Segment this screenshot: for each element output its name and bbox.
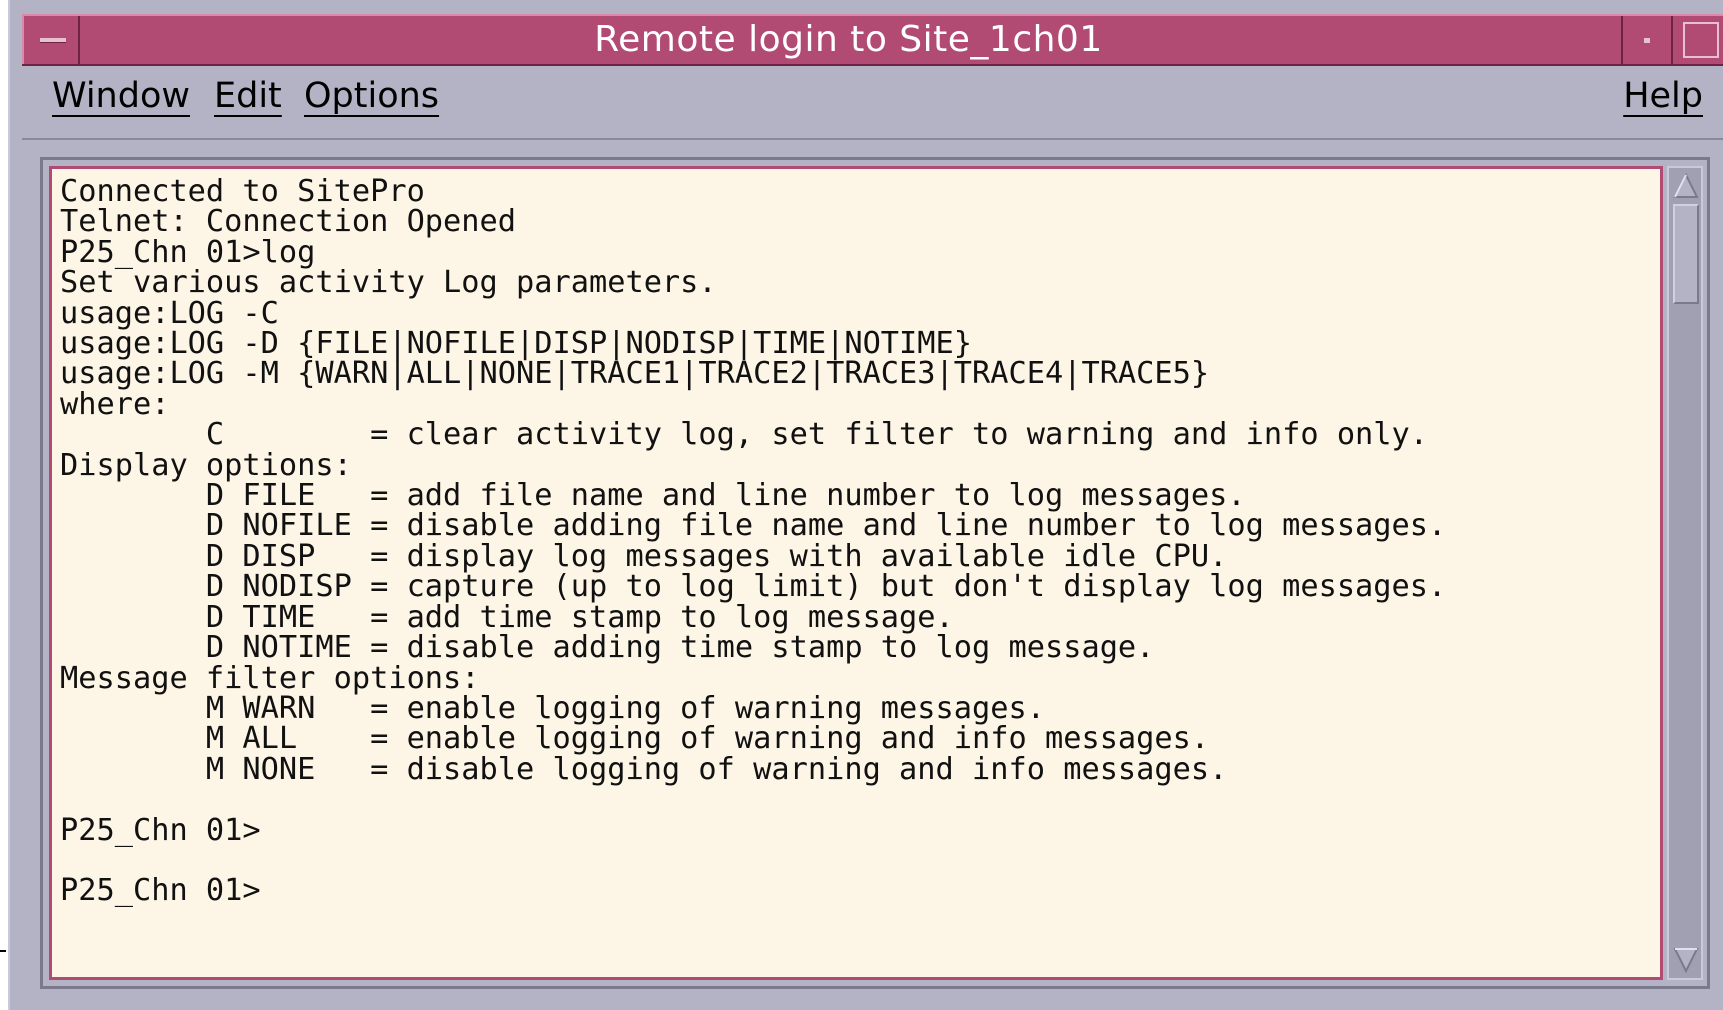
terminal-line: Display options: (60, 447, 352, 483)
scroll-up-arrow-icon[interactable] (1673, 172, 1699, 200)
menu-edit[interactable]: Edit (214, 76, 282, 116)
window-menu-icon[interactable] (22, 16, 80, 64)
title-bar[interactable]: Remote login to Site_1ch01 (22, 14, 1723, 66)
terminal-line: D NODISP = capture (up to log limit) but… (60, 569, 1447, 605)
terminal-line: Connected to SitePro (60, 174, 425, 209)
terminal-line: M NONE = disable logging of warning and … (60, 751, 1228, 787)
terminal-line: D DISP = display log messages with avail… (60, 538, 1228, 574)
terminal-text: Connected to SitePro Telnet: Connection O… (52, 169, 1660, 907)
menu-options[interactable]: Options (304, 76, 439, 116)
menu-window[interactable]: Window (52, 76, 190, 116)
vertical-scrollbar[interactable] (1667, 166, 1703, 980)
scroll-down-arrow-icon[interactable] (1673, 946, 1699, 974)
menu-help[interactable]: Help (1623, 76, 1703, 116)
terminal-line: usage:LOG -M {WARN|ALL|NONE|TRACE1|TRACE… (60, 356, 1210, 392)
maximize-box (1683, 22, 1719, 58)
terminal-line: Message filter options: (60, 660, 480, 696)
terminal-frame: Connected to SitePro Telnet: Connection O… (40, 157, 1710, 989)
remote-login-window: Remote login to Site_1ch01 Window Edit O… (8, 0, 1723, 1010)
scrollbar-thumb[interactable] (1673, 204, 1699, 304)
terminal-line: Set various activity Log parameters. (60, 265, 717, 301)
terminal-line: Telnet: Connection Opened (60, 204, 517, 240)
terminal-output[interactable]: Connected to SitePro Telnet: Connection O… (49, 166, 1663, 980)
screen-left-edge (0, 0, 8, 1010)
window-menu-bar (40, 38, 66, 43)
terminal-line: D NOTIME = disable adding time stamp to … (60, 630, 1155, 666)
terminal-line: P25_Chn 01> (60, 812, 261, 848)
terminal-line: usage:LOG -D {FILE|NOFILE|DISP|NODISP|TI… (60, 326, 973, 362)
minimize-icon[interactable] (1621, 16, 1673, 64)
terminal-line: P25_Chn 01> (60, 873, 261, 909)
maximize-icon[interactable] (1675, 16, 1723, 64)
terminal-line: where: (60, 386, 170, 422)
terminal-line: D NOFILE = disable adding file name and … (60, 508, 1447, 544)
terminal-line: M ALL = enable logging of warning and in… (60, 721, 1210, 757)
terminal-line: M WARN = enable logging of warning messa… (60, 690, 1045, 726)
terminal-line: usage:LOG -C (60, 295, 279, 331)
terminal-line: D FILE = add file name and line number t… (60, 478, 1246, 514)
window-title: Remote login to Site_1ch01 (594, 19, 1103, 60)
edge-tick (0, 950, 6, 952)
terminal-line: P25_Chn 01>log (60, 234, 316, 270)
minimize-dot (1644, 38, 1650, 43)
menu-bar: Window Edit Options Help (22, 66, 1723, 140)
terminal-line: C = clear activity log, set filter to wa… (60, 417, 1429, 453)
terminal-line: D TIME = add time stamp to log message. (60, 599, 954, 635)
